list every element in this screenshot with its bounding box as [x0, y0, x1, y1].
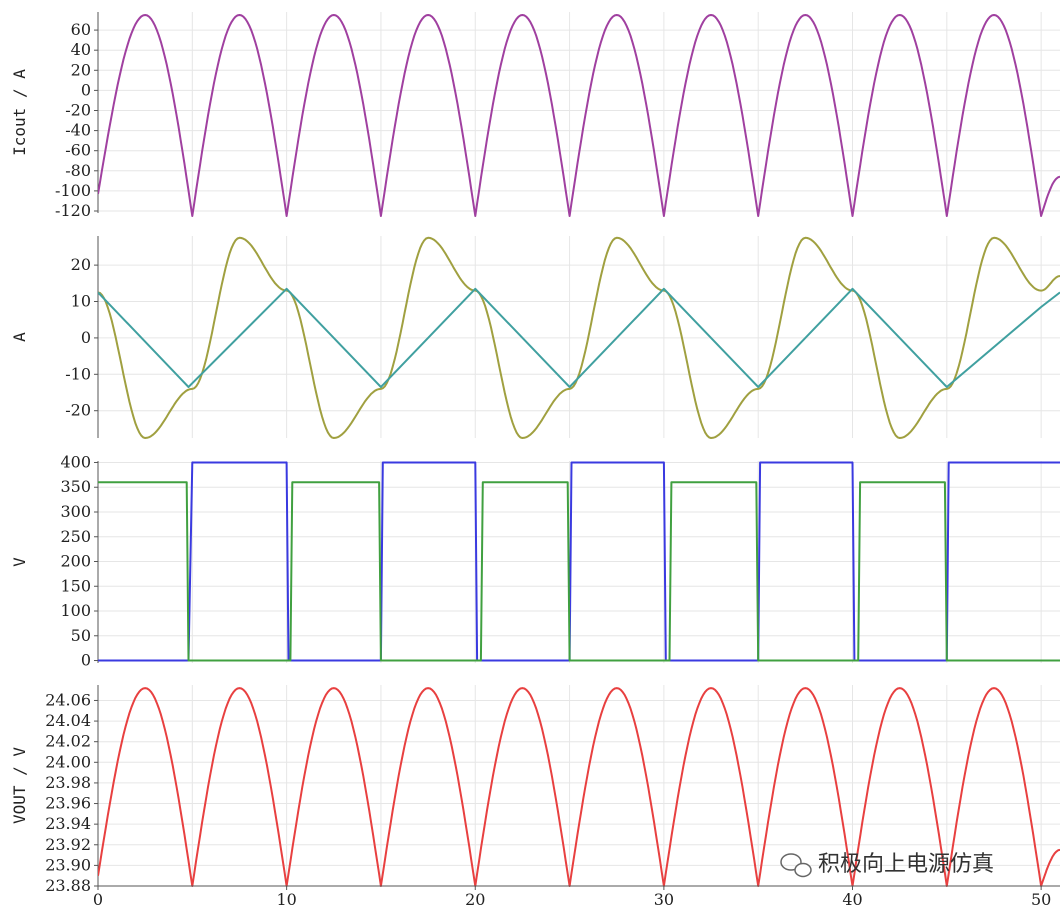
- y-tick-label: 0: [81, 80, 91, 99]
- y-tick-label: -20: [65, 401, 91, 420]
- panel-p2: 20 10 0 -10 -20 A: [10, 236, 1060, 439]
- y-tick-label: -120: [55, 201, 91, 220]
- y-tick-label: 300: [60, 502, 91, 521]
- y-tick-label: 10: [71, 292, 91, 311]
- y-tick-label: 24.00: [45, 752, 91, 771]
- y-tick-label: -100: [55, 181, 91, 200]
- x-tick-label: 50: [1031, 890, 1051, 909]
- y-tick-label: 0: [81, 328, 91, 347]
- y-axis-label: VOUT / V: [10, 747, 29, 824]
- y-axis-label: V: [10, 557, 29, 567]
- x-tick-label: 30: [654, 890, 674, 909]
- x-tick-label: 0: [93, 890, 103, 909]
- series-line-p1-0: [98, 14, 1060, 217]
- y-tick-label: 100: [60, 601, 91, 620]
- y-tick-label: 40: [71, 40, 91, 59]
- x-tick-label: 10: [276, 890, 296, 909]
- y-tick-label: 23.98: [45, 773, 91, 792]
- y-tick-label: -40: [65, 121, 91, 140]
- y-tick-label: -10: [65, 364, 91, 383]
- y-tick-label: 250: [60, 527, 91, 546]
- y-tick-label: -60: [65, 141, 91, 160]
- y-tick-label: 24.04: [45, 711, 91, 730]
- y-tick-label: -20: [65, 100, 91, 119]
- chart-area: 6040200-20-40-60-80-100-120Icout / A2010…: [10, 12, 1060, 909]
- y-axis-label: Icout / A: [10, 69, 29, 156]
- y-tick-label: 150: [60, 576, 91, 595]
- watermark-text: 积极向上电源仿真: [818, 852, 994, 877]
- y-tick-label: 23.88: [45, 876, 91, 895]
- panel-p1: 6040200-20 -40-60-80-100-120 Icout / A: [10, 12, 1060, 220]
- x-tick-label: 40: [842, 890, 862, 909]
- y-tick-label: 0: [81, 651, 91, 670]
- y-tick-label: 20: [71, 255, 91, 274]
- y-tick-label: 20: [71, 60, 91, 79]
- x-tick-label: 20: [465, 890, 485, 909]
- y-tick-label: 23.94: [45, 814, 91, 833]
- y-tick-label: 23.96: [45, 794, 91, 813]
- series-line-p3-1: [98, 481, 1060, 662]
- panel-p3: 400 350 300 250 200 150 100 50 0 V: [10, 452, 1060, 670]
- y-tick-label: 24.06: [45, 690, 91, 709]
- y-tick-label: 400: [60, 452, 91, 471]
- y-tick-label: 350: [60, 477, 91, 496]
- y-tick-label: 23.90: [45, 855, 91, 874]
- y-tick-label: 50: [71, 626, 91, 645]
- y-tick-label: 200: [60, 552, 91, 571]
- watermark: 积极向上电源仿真: [780, 852, 994, 878]
- y-tick-label: 23.92: [45, 835, 91, 854]
- y-tick-label: -80: [65, 161, 91, 180]
- y-tick-label: 24.02: [45, 732, 91, 751]
- y-axis-label: A: [10, 332, 29, 342]
- y-tick-label: 60: [71, 20, 91, 39]
